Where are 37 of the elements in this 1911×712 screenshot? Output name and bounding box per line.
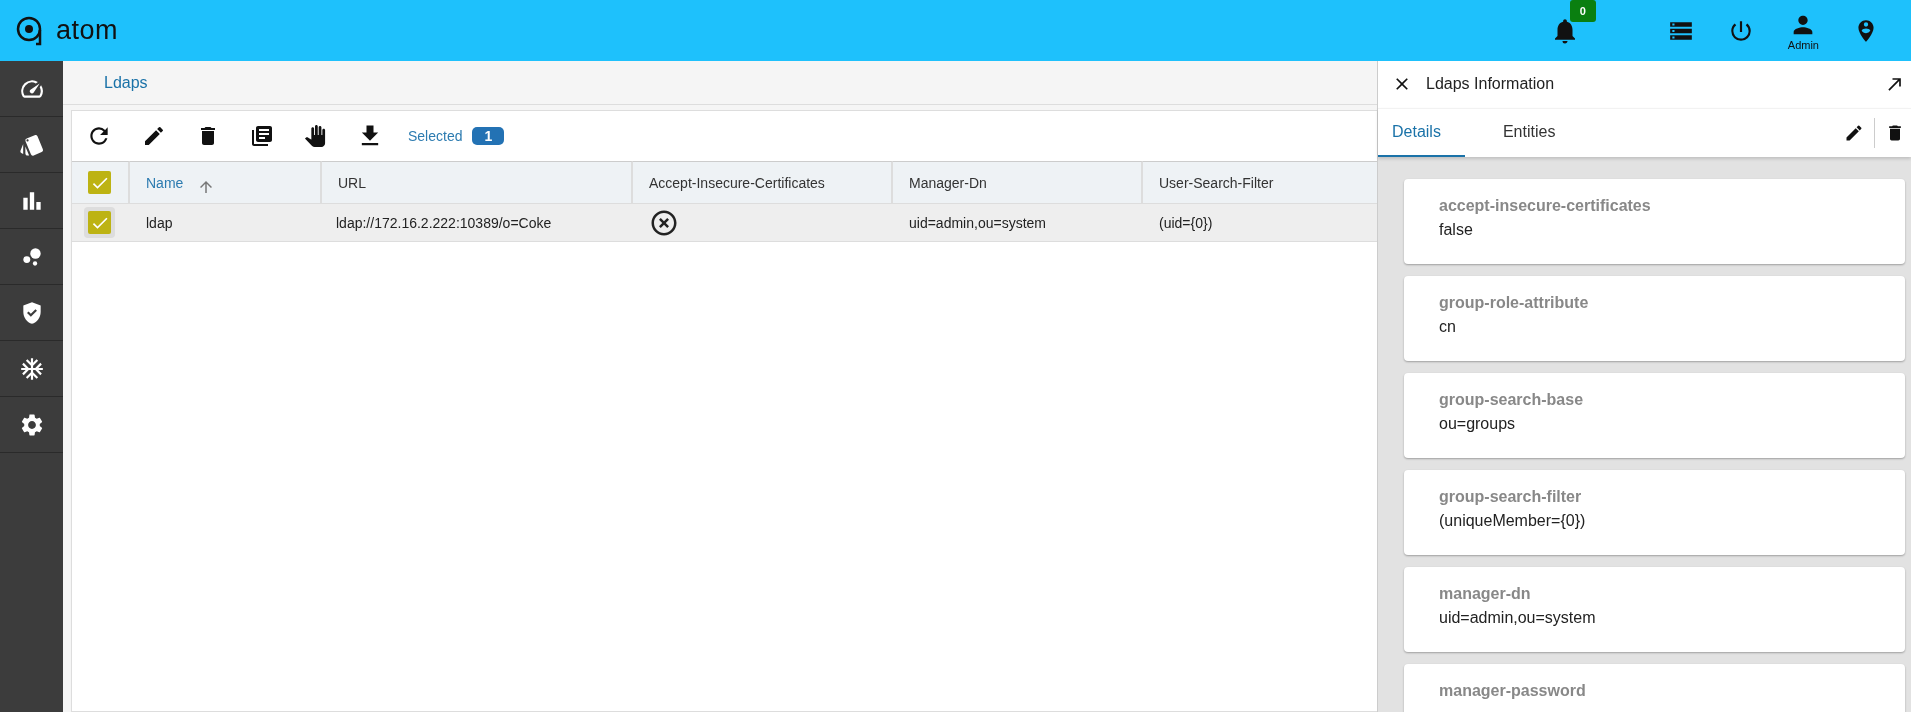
field-label: manager-password: [1439, 681, 1587, 700]
tab[interactable]: Details: [1378, 108, 1465, 157]
field-value: uid=admin,ou=system: [1439, 608, 1597, 627]
app-name: atom: [56, 15, 119, 46]
snowflake-icon: [18, 355, 45, 382]
column-header[interactable]: User-Search-Filter: [1143, 161, 1377, 204]
field-label: accept-insecure-certificates: [1439, 196, 1652, 215]
edit-button[interactable]: [142, 124, 166, 148]
field-label: group-search-base: [1439, 390, 1585, 409]
field-value: cn: [1439, 317, 1457, 336]
field-value: false: [1439, 220, 1474, 239]
select-all-checkbox[interactable]: [88, 171, 111, 194]
field-value: (uniqueMember={0}): [1439, 511, 1587, 530]
details-button[interactable]: [250, 124, 274, 148]
edit-button[interactable]: [1844, 122, 1864, 143]
table-cell: (uid={0}): [1159, 214, 1213, 231]
column-header[interactable]: Name: [130, 161, 322, 204]
field-label: group-role-attribute: [1439, 293, 1590, 312]
tab[interactable]: Entities: [1488, 108, 1580, 157]
column-header[interactable]: Manager-Dn: [893, 161, 1143, 204]
selected-label: Selected: [408, 128, 463, 144]
row-checkbox[interactable]: [84, 207, 115, 238]
table-cell: ldap://172.16.2.222:10389/o=Coke: [336, 214, 552, 231]
user-button[interactable]: Admin: [1787, 10, 1819, 51]
panel-title: Ldaps Information: [1426, 75, 1556, 94]
field-label: group-search-filter: [1439, 487, 1583, 506]
column-header[interactable]: Accept-Insecure-Certificates: [633, 161, 893, 204]
column-header[interactable]: URL: [322, 161, 633, 204]
selected-count: 1: [472, 127, 505, 145]
logo-icon: [16, 15, 44, 46]
table-cell: uid=admin,ou=system: [909, 214, 1046, 231]
table-cell: ldap: [146, 214, 173, 231]
hand-button[interactable]: [304, 125, 326, 147]
field-value: ou=groups: [1439, 414, 1517, 433]
field-label: manager-dn: [1439, 584, 1532, 603]
breadcrumb-link[interactable]: Ldaps: [104, 73, 148, 92]
notification-count: 0: [1569, 0, 1596, 22]
